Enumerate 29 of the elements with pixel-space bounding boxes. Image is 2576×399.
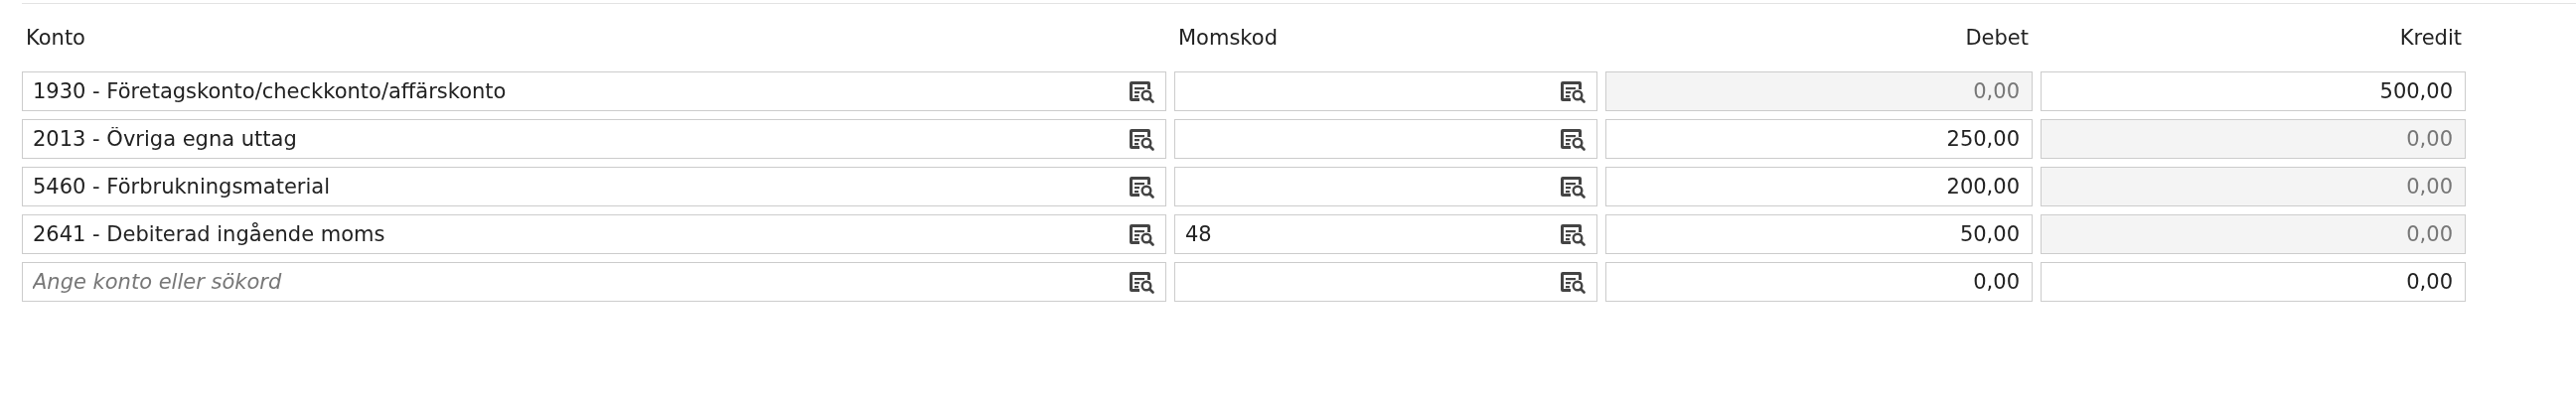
account-field[interactable]: 5460 - Förbrukningsmaterial <box>22 167 1166 206</box>
vat-code-field[interactable]: 48 <box>1174 214 1597 254</box>
vat-code-field[interactable] <box>1174 119 1597 159</box>
search-list-icon[interactable] <box>1129 270 1154 294</box>
column-header: Kredit <box>2398 26 2463 52</box>
credit-field[interactable]: 500,00 <box>2041 71 2466 111</box>
search-list-icon[interactable] <box>1560 222 1586 246</box>
debit-field[interactable]: 0,00 <box>1605 262 2033 302</box>
search-list-icon[interactable] <box>1560 175 1586 199</box>
vat-code-field[interactable] <box>1174 71 1597 111</box>
vat-code-field[interactable] <box>1174 167 1597 206</box>
search-list-icon[interactable] <box>1129 79 1154 103</box>
account-field[interactable]: 1930 - Företagskonto/checkkonto/affärskonto <box>22 71 1166 111</box>
debit-field[interactable]: 200,00 <box>1605 167 2033 206</box>
credit-field[interactable]: 0,00 <box>2041 262 2466 302</box>
vat-code-field[interactable] <box>1174 262 1597 302</box>
search-list-icon[interactable] <box>1560 270 1586 294</box>
column-header: Debet <box>1964 26 2030 52</box>
search-list-icon[interactable] <box>1560 127 1586 151</box>
search-list-icon[interactable] <box>1129 175 1154 199</box>
debit-field[interactable]: 50,00 <box>1605 214 2033 254</box>
account-field[interactable]: 2641 - Debiterad ingående moms <box>22 214 1166 254</box>
column-header: Momskod <box>1177 26 1279 52</box>
debit-field[interactable]: 250,00 <box>1605 119 2033 159</box>
account-field[interactable]: 2013 - Övriga egna uttag <box>22 119 1166 159</box>
search-list-icon[interactable] <box>1560 79 1586 103</box>
search-list-icon[interactable] <box>1129 127 1154 151</box>
search-list-icon[interactable] <box>1129 222 1154 246</box>
column-header: Konto <box>25 26 86 52</box>
